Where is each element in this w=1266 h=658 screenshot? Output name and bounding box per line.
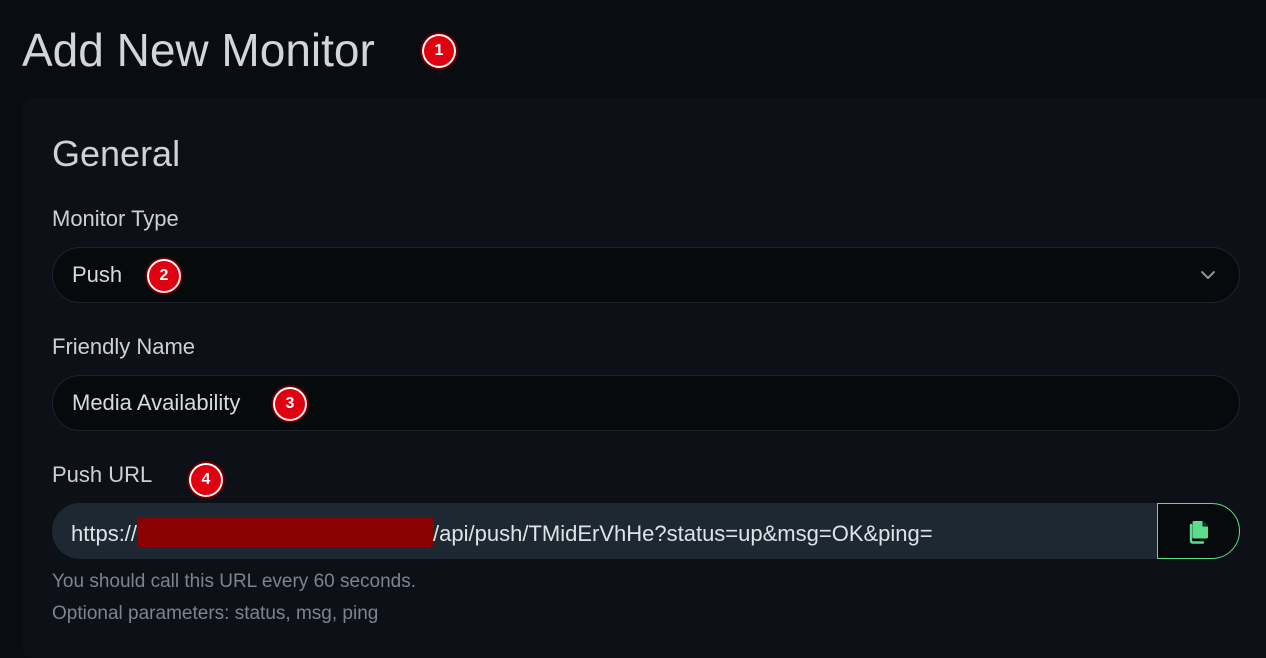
copy-icon [1189, 521, 1208, 544]
friendly-name-input[interactable]: Media Availability [52, 375, 1240, 431]
annotation-badge-4: 4 [188, 462, 224, 498]
chevron-down-icon [1201, 271, 1215, 279]
annotation-badge-2: 2 [146, 258, 182, 294]
section-title-general: General [52, 133, 181, 174]
push-url-prefix: https:// [71, 521, 138, 546]
page-title: Add New Monitor [22, 24, 375, 76]
monitor-type-value: Push [72, 262, 123, 287]
push-url-label: Push URL [52, 462, 153, 487]
monitor-type-select[interactable]: Push [52, 247, 1240, 303]
redacted-host [137, 517, 434, 547]
push-url-help-params: Optional parameters: status, msg, ping [52, 603, 379, 624]
annotation-badge-3: 3 [272, 386, 308, 422]
push-url-suffix: /api/push/TMidErVhHe?status=up&msg=OK&pi… [433, 521, 933, 546]
friendly-name-value: Media Availability [72, 390, 241, 415]
annotation-badge-1: 1 [421, 33, 457, 69]
push-url-field[interactable]: https:// /api/push/TMidErVhHe?status=up&m… [52, 503, 1158, 559]
monitor-type-label: Monitor Type [52, 206, 179, 231]
push-url-help-interval: You should call this URL every 60 second… [52, 571, 417, 592]
push-url-text[interactable]: https:// /api/push/TMidErVhHe?status=up&m… [71, 517, 933, 548]
copy-url-button[interactable] [1157, 503, 1240, 559]
friendly-name-label: Friendly Name [52, 334, 196, 359]
